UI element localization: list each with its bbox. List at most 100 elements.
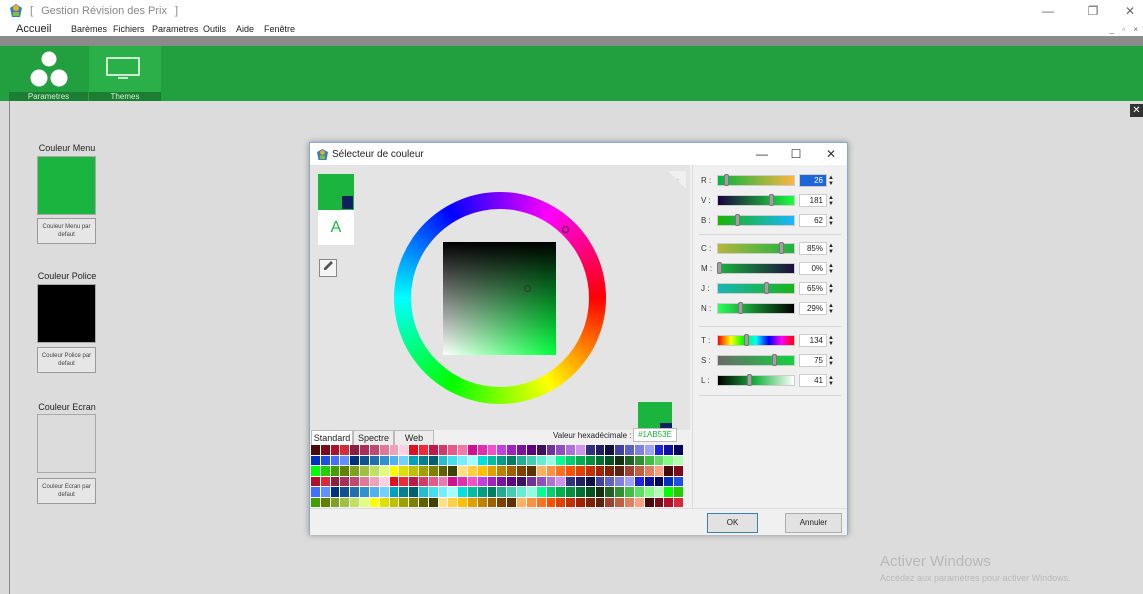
palette-swatch[interactable] [350, 466, 360, 476]
palette-swatch[interactable] [664, 455, 674, 465]
palette-swatch[interactable] [595, 466, 605, 476]
palette-swatch[interactable] [320, 487, 330, 497]
palette-swatch[interactable] [605, 476, 615, 486]
slider-value-tsl-0[interactable]: 134 [799, 334, 827, 347]
palette-swatch[interactable] [418, 487, 428, 497]
palette-swatch[interactable] [605, 497, 615, 507]
tab-web[interactable]: Web [394, 430, 434, 446]
palette-swatch[interactable] [389, 466, 399, 476]
palette-swatch[interactable] [507, 497, 517, 507]
slider-thumb-rgb-0[interactable] [724, 174, 730, 186]
spinner-icon[interactable]: ▲ ▼ [828, 283, 836, 295]
palette-swatch[interactable] [311, 455, 320, 465]
couleur-police-swatch[interactable] [37, 284, 96, 343]
palette-swatch[interactable] [458, 455, 468, 465]
palette-swatch[interactable] [389, 476, 399, 486]
palette-swatch[interactable] [507, 487, 517, 497]
palette-swatch[interactable] [595, 455, 605, 465]
palette-swatch[interactable] [428, 466, 438, 476]
slider-track-rgb-1[interactable] [717, 195, 795, 206]
slider-track-cmjn-3[interactable] [717, 303, 795, 314]
palette-swatch[interactable] [644, 487, 654, 497]
dialog-maximize-button[interactable]: ☐ [788, 147, 804, 161]
palette-swatch[interactable] [379, 487, 389, 497]
palette-swatch[interactable] [556, 445, 566, 455]
slider-value-cmjn-1[interactable]: 0% [799, 262, 827, 275]
minimize-button[interactable]: — [1040, 4, 1056, 18]
palette-swatch[interactable] [585, 476, 595, 486]
tab-spectre[interactable]: Spectre [353, 430, 394, 446]
palette-swatch[interactable] [595, 487, 605, 497]
palette-swatch[interactable] [379, 466, 389, 476]
palette-swatch[interactable] [320, 497, 330, 507]
palette-swatch[interactable] [497, 487, 507, 497]
slider-track-tsl-1[interactable] [717, 355, 795, 366]
palette-swatch[interactable] [448, 497, 458, 507]
palette-swatch[interactable] [526, 455, 536, 465]
palette-swatch[interactable] [654, 497, 664, 507]
palette-swatch[interactable] [438, 466, 448, 476]
ok-button[interactable]: OK [707, 513, 758, 533]
palette-swatch[interactable] [536, 466, 546, 476]
palette-swatch[interactable] [634, 497, 644, 507]
palette-swatch[interactable] [585, 455, 595, 465]
spinner-icon[interactable]: ▲ ▼ [828, 375, 836, 387]
palette-swatch[interactable] [477, 487, 487, 497]
ribbon-themes-button[interactable]: Themes [89, 46, 161, 101]
palette-swatch[interactable] [399, 455, 409, 465]
hex-value-input[interactable]: #1AB53E [633, 428, 677, 442]
palette-swatch[interactable] [566, 497, 576, 507]
palette-swatch[interactable] [625, 445, 634, 455]
palette-swatch[interactable] [546, 445, 556, 455]
palette-swatch[interactable] [556, 487, 566, 497]
mdi-window-controls[interactable]: _ ▫ × [1110, 25, 1141, 34]
restore-button[interactable]: ❐ [1085, 4, 1101, 18]
menu-aide[interactable]: Aide [236, 22, 254, 36]
palette-swatch[interactable] [536, 476, 546, 486]
palette-swatch[interactable] [477, 445, 487, 455]
palette-swatch[interactable] [330, 487, 340, 497]
spinner-icon[interactable]: ▲ ▼ [828, 215, 836, 227]
palette-swatch[interactable] [526, 466, 536, 476]
palette-swatch[interactable] [389, 455, 399, 465]
palette-swatch[interactable] [576, 476, 585, 486]
palette-swatch[interactable] [487, 487, 497, 497]
palette-swatch[interactable] [654, 466, 664, 476]
palette-swatch[interactable] [468, 487, 477, 497]
palette-swatch[interactable] [311, 476, 320, 486]
palette-swatch[interactable] [664, 466, 674, 476]
palette-swatch[interactable] [526, 445, 536, 455]
palette-swatch[interactable] [585, 487, 595, 497]
palette-swatch[interactable] [320, 476, 330, 486]
palette-swatch[interactable] [664, 487, 674, 497]
palette-swatch[interactable] [458, 497, 468, 507]
palette-swatch[interactable] [674, 487, 683, 497]
palette-swatch[interactable] [536, 455, 546, 465]
palette-swatch[interactable] [379, 455, 389, 465]
palette-swatch[interactable] [428, 487, 438, 497]
palette-swatch[interactable] [418, 466, 428, 476]
spinner-icon[interactable]: ▲ ▼ [828, 355, 836, 367]
palette-swatch[interactable] [458, 445, 468, 455]
dialog-close-button[interactable]: ✕ [823, 147, 839, 161]
palette-swatch[interactable] [399, 466, 409, 476]
palette-swatch[interactable] [526, 476, 536, 486]
palette-swatch[interactable] [448, 455, 458, 465]
collapse-panel-icon[interactable]: « [668, 171, 686, 189]
palette-swatch[interactable] [438, 445, 448, 455]
palette-swatch[interactable] [595, 497, 605, 507]
palette-swatch[interactable] [340, 487, 350, 497]
palette-swatch[interactable] [566, 445, 576, 455]
palette-swatch[interactable] [350, 497, 360, 507]
spinner-icon[interactable]: ▲ ▼ [828, 263, 836, 275]
palette-swatch[interactable] [409, 466, 418, 476]
couleur-police-default-button[interactable]: Couleur Police par defaut [37, 347, 96, 373]
palette-swatch[interactable] [340, 497, 350, 507]
palette-swatch[interactable] [418, 455, 428, 465]
palette-swatch[interactable] [497, 466, 507, 476]
palette-swatch[interactable] [615, 466, 625, 476]
slider-value-rgb-2[interactable]: 62 [799, 214, 827, 227]
spinner-icon[interactable]: ▲ ▼ [828, 303, 836, 315]
palette-swatch[interactable] [546, 455, 556, 465]
palette-swatch[interactable] [644, 497, 654, 507]
